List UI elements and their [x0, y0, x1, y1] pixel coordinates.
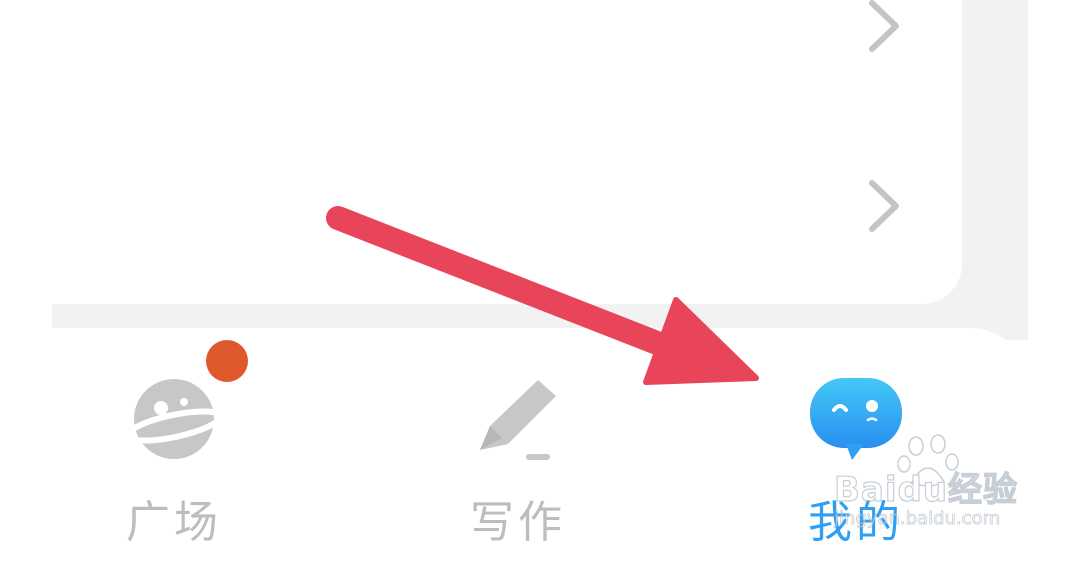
- chat-bubble-face-icon: [806, 374, 906, 470]
- tab-mine[interactable]: 我的: [756, 328, 956, 552]
- pencil-icon: [468, 374, 568, 468]
- chevron-right-icon: [869, 180, 899, 232]
- tab-label: 广场: [126, 497, 222, 548]
- tab-write[interactable]: 写作: [418, 328, 618, 552]
- list-row-chevron[interactable]: [862, 178, 906, 234]
- notification-badge-dot: [206, 340, 248, 382]
- chevron-right-icon: [869, 0, 899, 52]
- planet-icon: [124, 374, 224, 468]
- tab-label: 我的: [808, 497, 904, 548]
- settings-card: [0, 0, 962, 304]
- bottom-tab-bar: 广场 写作 我的: [0, 328, 1030, 568]
- tab-label: 写作: [470, 497, 566, 548]
- list-row-chevron[interactable]: [862, 0, 906, 54]
